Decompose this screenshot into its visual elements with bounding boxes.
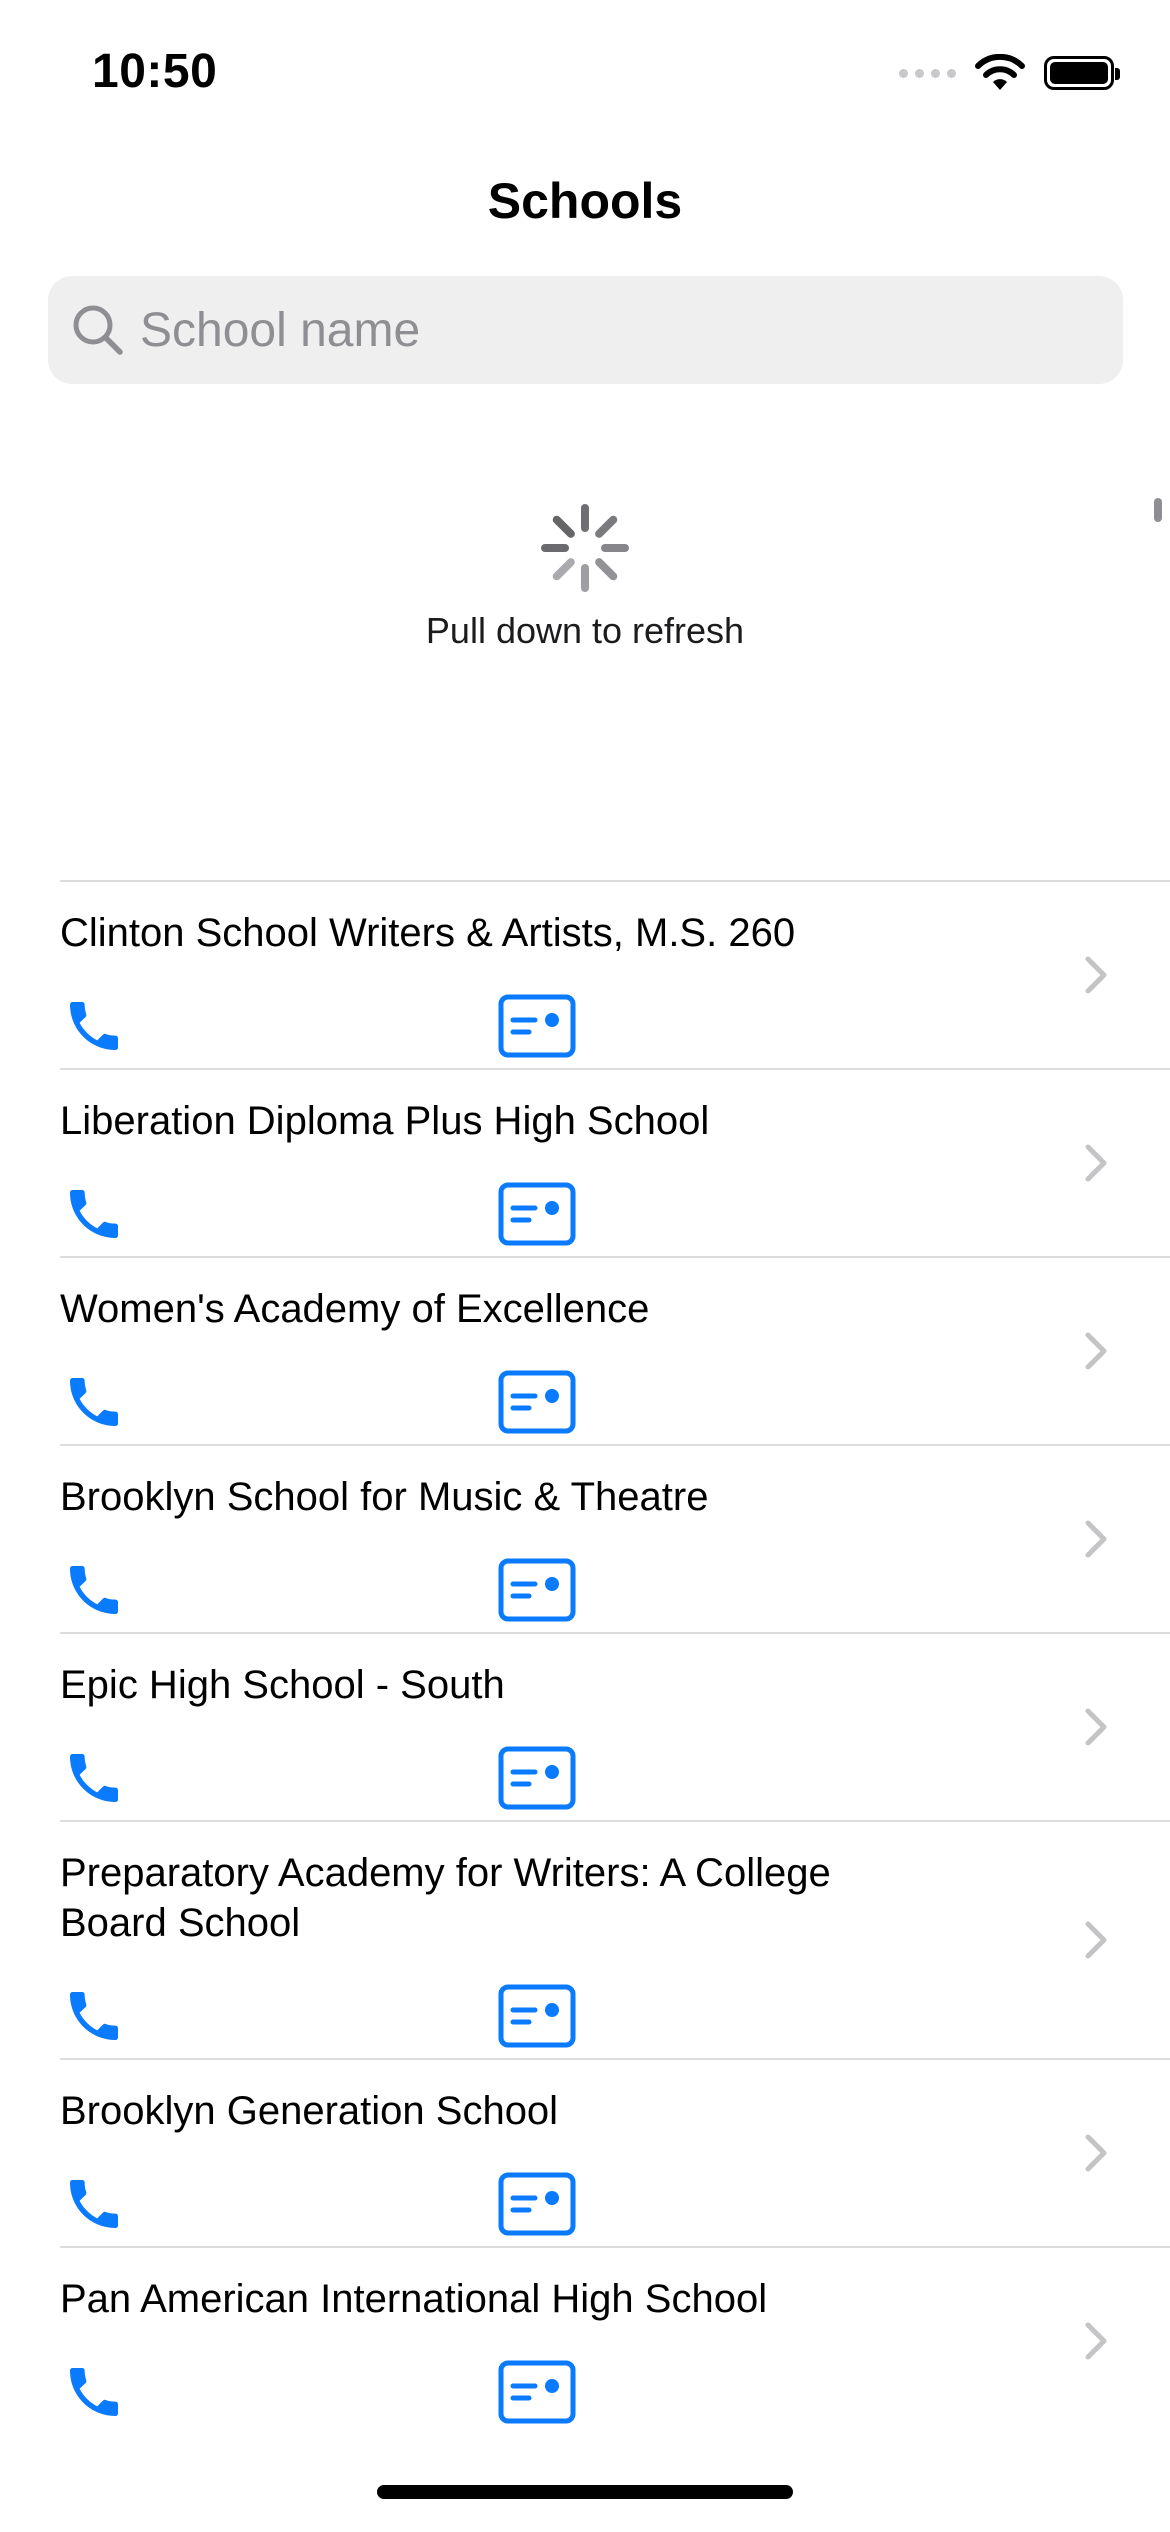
chevron-right-icon — [1085, 1921, 1107, 1959]
school-name: Clinton School Writers & Artists, M.S. 2… — [60, 911, 796, 955]
phone-icon[interactable] — [62, 1182, 126, 1246]
refresh-label: Pull down to refresh — [425, 610, 745, 651]
school-name: Brooklyn School for Music & Theatre — [60, 1475, 709, 1519]
phone-icon[interactable] — [62, 1746, 126, 1810]
school-name: Liberation Diploma Plus High School — [60, 1099, 710, 1143]
home-indicator — [377, 2485, 793, 2499]
contact-card-icon[interactable] — [498, 1746, 576, 1810]
table-row[interactable]: Women's Academy of Excellence — [60, 1256, 1170, 1444]
table-row[interactable]: Epic High School - South — [60, 1632, 1170, 1820]
chevron-right-icon — [1085, 1520, 1107, 1558]
phone-icon[interactable] — [62, 1370, 126, 1434]
search-icon — [73, 305, 123, 355]
phone-icon[interactable] — [62, 1984, 126, 2048]
phone-icon[interactable] — [62, 2360, 126, 2424]
phone-icon[interactable] — [62, 1558, 126, 1622]
chevron-right-icon — [1085, 1708, 1107, 1746]
phone-icon[interactable] — [62, 994, 126, 1058]
status-icons — [899, 54, 1120, 92]
contact-card-icon[interactable] — [498, 1182, 576, 1246]
status-time: 10:50 — [92, 45, 218, 98]
table-row[interactable]: Preparatory Academy for Writers: A Colle… — [60, 1820, 1170, 2058]
contact-card-icon[interactable] — [498, 1370, 576, 1434]
school-name: Brooklyn Generation School — [60, 2089, 559, 2133]
school-name: Preparatory Academy for Writers: A Colle… — [60, 1851, 831, 1945]
search-input[interactable] — [140, 276, 1100, 384]
chevron-right-icon — [1085, 1144, 1107, 1182]
phone-icon[interactable] — [62, 2172, 126, 2236]
contact-card-icon[interactable] — [498, 1558, 576, 1622]
table-row[interactable]: Brooklyn Generation School — [60, 2058, 1170, 2246]
activity-spinner-icon — [541, 504, 629, 592]
table-row[interactable]: Liberation Diploma Plus High School — [60, 1068, 1170, 1256]
table-row[interactable]: Pan American International High School — [60, 2246, 1170, 2434]
school-list[interactable]: Clinton School Writers & Artists, M.S. 2… — [0, 880, 1170, 2434]
wifi-icon — [975, 54, 1025, 90]
status-bar: 10:50 — [0, 0, 1170, 140]
scroll-indicator[interactable] — [1154, 498, 1162, 522]
contact-card-icon[interactable] — [498, 2360, 576, 2424]
pull-to-refresh: Pull down to refresh — [0, 500, 1170, 652]
contact-card-icon[interactable] — [498, 994, 576, 1058]
contact-card-icon[interactable] — [498, 2172, 576, 2236]
battery-icon — [1044, 56, 1120, 90]
contact-card-icon[interactable] — [498, 1984, 576, 2048]
school-name: Pan American International High School — [60, 2277, 768, 2321]
table-row[interactable]: Brooklyn School for Music & Theatre — [60, 1444, 1170, 1632]
school-name: Epic High School - South — [60, 1663, 505, 1707]
chevron-right-icon — [1085, 2134, 1107, 2172]
table-row[interactable]: Clinton School Writers & Artists, M.S. 2… — [60, 880, 1170, 1068]
chevron-right-icon — [1085, 2322, 1107, 2360]
page-title: Schools — [487, 173, 683, 229]
chevron-right-icon — [1085, 1332, 1107, 1370]
chevron-right-icon — [1085, 956, 1107, 994]
search-bar[interactable] — [48, 276, 1123, 384]
cellular-signal-icon — [899, 68, 956, 78]
school-name: Women's Academy of Excellence — [60, 1287, 650, 1331]
